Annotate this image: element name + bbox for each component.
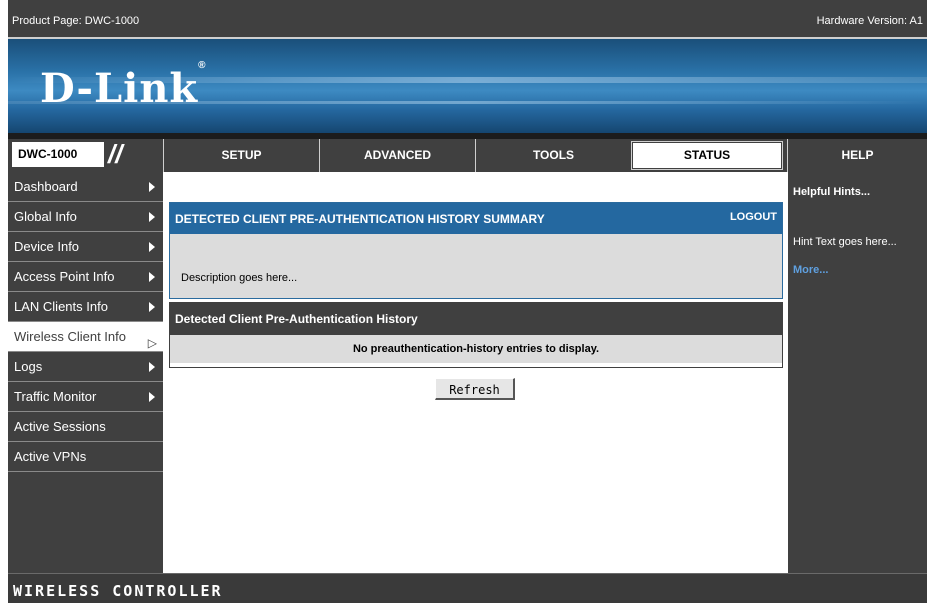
tab-tools[interactable]: TOOLS (475, 139, 631, 172)
sidebar-item-label: LAN Clients Info (14, 299, 108, 314)
main-content: DETECTED CLIENT PRE-AUTHENTICATION HISTO… (163, 172, 788, 573)
top-bar: Product Page: DWC-1000 Hardware Version:… (8, 6, 927, 36)
sidebar-item-lan-clients-info[interactable]: LAN Clients Info (8, 292, 163, 322)
sidebar-item-active-sessions[interactable]: Active Sessions (8, 412, 163, 442)
dlink-logo: D-Link® (40, 60, 207, 112)
tab-help[interactable]: HELP (787, 139, 927, 172)
footer: WIRELESS CONTROLLER (8, 573, 927, 603)
summary-panel: DETECTED CLIENT PRE-AUTHENTICATION HISTO… (169, 202, 783, 299)
trademark-symbol: ® (198, 59, 207, 71)
logout-link[interactable]: LOGOUT (730, 211, 777, 223)
sidebar-item-label: Logs (14, 359, 43, 374)
help-hint-text: Hint Text goes here... (793, 236, 897, 248)
footer-label: WIRELESS CONTROLLER (13, 582, 223, 600)
chevron-right-icon (149, 392, 155, 402)
help-panel: Helpful Hints... Hint Text goes here... … (788, 172, 927, 573)
hardware-version-label: Hardware Version: A1 (816, 15, 923, 27)
slashes-decoration: // (108, 139, 123, 169)
sidebar-item-wireless-client-info[interactable]: Wireless Client Info ▷ (8, 322, 163, 352)
sidebar-item-active-vpns[interactable]: Active VPNs (8, 442, 163, 472)
brand-banner: D-Link® (8, 39, 927, 133)
empty-message: No preauthentication-history entries to … (170, 335, 782, 363)
help-more-link[interactable]: More... (793, 264, 828, 276)
tab-status[interactable]: STATUS (631, 141, 783, 170)
sidebar-item-label: Wireless Client Info (14, 329, 126, 344)
summary-title: DETECTED CLIENT PRE-AUTHENTICATION HISTO… (175, 212, 545, 226)
sidebar-item-label: Active Sessions (14, 419, 106, 434)
model-label: DWC-1000 (12, 142, 104, 167)
sidebar-item-device-info[interactable]: Device Info (8, 232, 163, 262)
sidebar: Dashboard Global Info Device Info Access… (8, 172, 163, 573)
main-nav: DWC-1000 // SETUP ADVANCED TOOLS STATUS … (8, 139, 927, 172)
sidebar-item-access-point-info[interactable]: Access Point Info (8, 262, 163, 292)
tab-setup[interactable]: SETUP (163, 139, 319, 172)
summary-description: Description goes here... (181, 272, 298, 284)
logo-text: D-Link (40, 65, 199, 112)
chevron-right-icon (149, 182, 155, 192)
sidebar-item-label: Global Info (14, 209, 77, 224)
chevron-right-icon (149, 272, 155, 282)
chevron-right-icon (149, 302, 155, 312)
sidebar-item-dashboard[interactable]: Dashboard (8, 172, 163, 202)
sidebar-item-label: Device Info (14, 239, 80, 254)
sidebar-item-label: Traffic Monitor (14, 389, 97, 404)
history-table: Detected Client Pre-Authentication Histo… (169, 302, 783, 368)
sidebar-item-global-info[interactable]: Global Info (8, 202, 163, 232)
chevron-right-icon (149, 212, 155, 222)
tab-advanced[interactable]: ADVANCED (319, 139, 475, 172)
sidebar-item-traffic-monitor[interactable]: Traffic Monitor (8, 382, 163, 412)
chevron-right-icon (149, 242, 155, 252)
sidebar-item-label: Access Point Info (14, 269, 115, 284)
sidebar-item-label: Active VPNs (14, 449, 87, 464)
summary-header: DETECTED CLIENT PRE-AUTHENTICATION HISTO… (170, 203, 782, 234)
sidebar-item-logs[interactable]: Logs (8, 352, 163, 382)
sidebar-item-label: Dashboard (14, 179, 78, 194)
chevron-right-icon (149, 362, 155, 372)
help-heading: Helpful Hints... (793, 186, 870, 198)
history-title: Detected Client Pre-Authentication Histo… (170, 303, 782, 335)
product-page-label: Product Page: DWC-1000 (12, 15, 140, 27)
refresh-button[interactable]: Refresh (435, 378, 515, 400)
